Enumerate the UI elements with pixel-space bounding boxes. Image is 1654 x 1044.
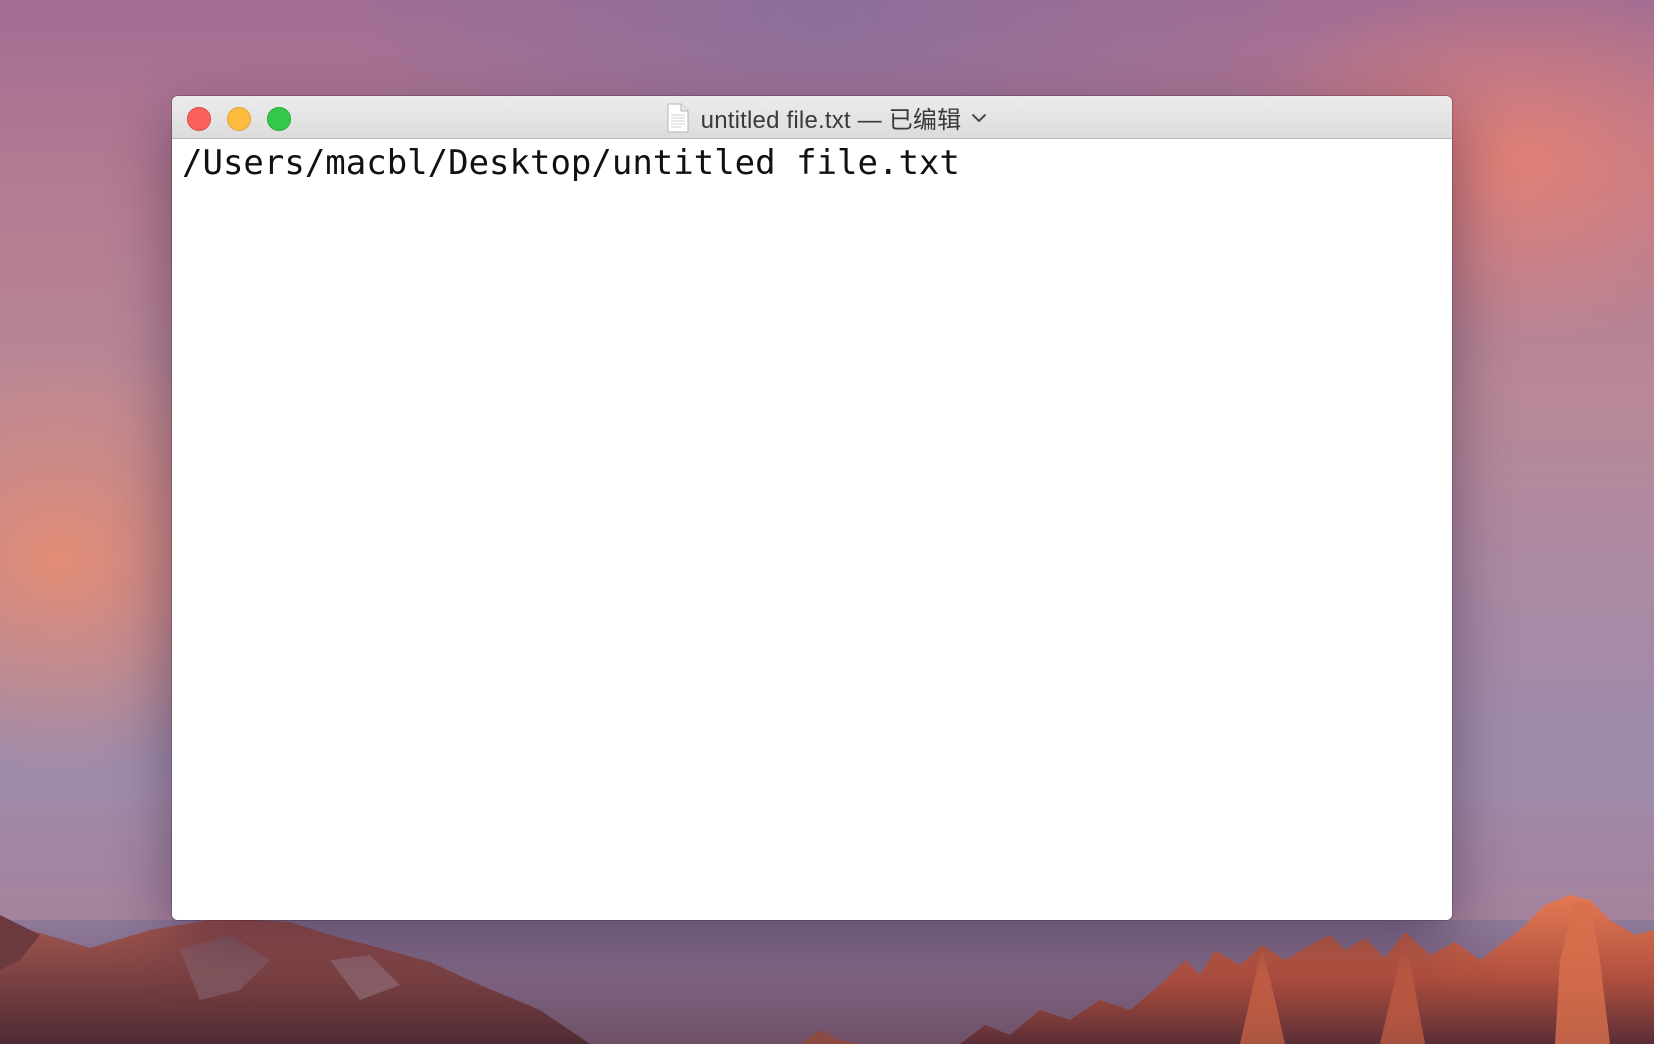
desktop-background: untitled file.txt — 已编辑 /Users/macbl/Des… xyxy=(0,0,1654,1044)
window-title-group[interactable]: untitled file.txt — 已编辑 xyxy=(172,96,1452,139)
editor-text[interactable]: /Users/macbl/Desktop/untitled file.txt xyxy=(182,139,960,187)
window-titlebar[interactable]: untitled file.txt — 已编辑 xyxy=(172,96,1452,139)
text-editor-area[interactable]: /Users/macbl/Desktop/untitled file.txt xyxy=(172,139,1452,920)
chevron-down-icon[interactable] xyxy=(971,112,987,124)
textedit-window: untitled file.txt — 已编辑 /Users/macbl/Des… xyxy=(172,96,1452,920)
document-icon xyxy=(667,103,689,132)
window-title: untitled file.txt — 已编辑 xyxy=(700,107,962,134)
